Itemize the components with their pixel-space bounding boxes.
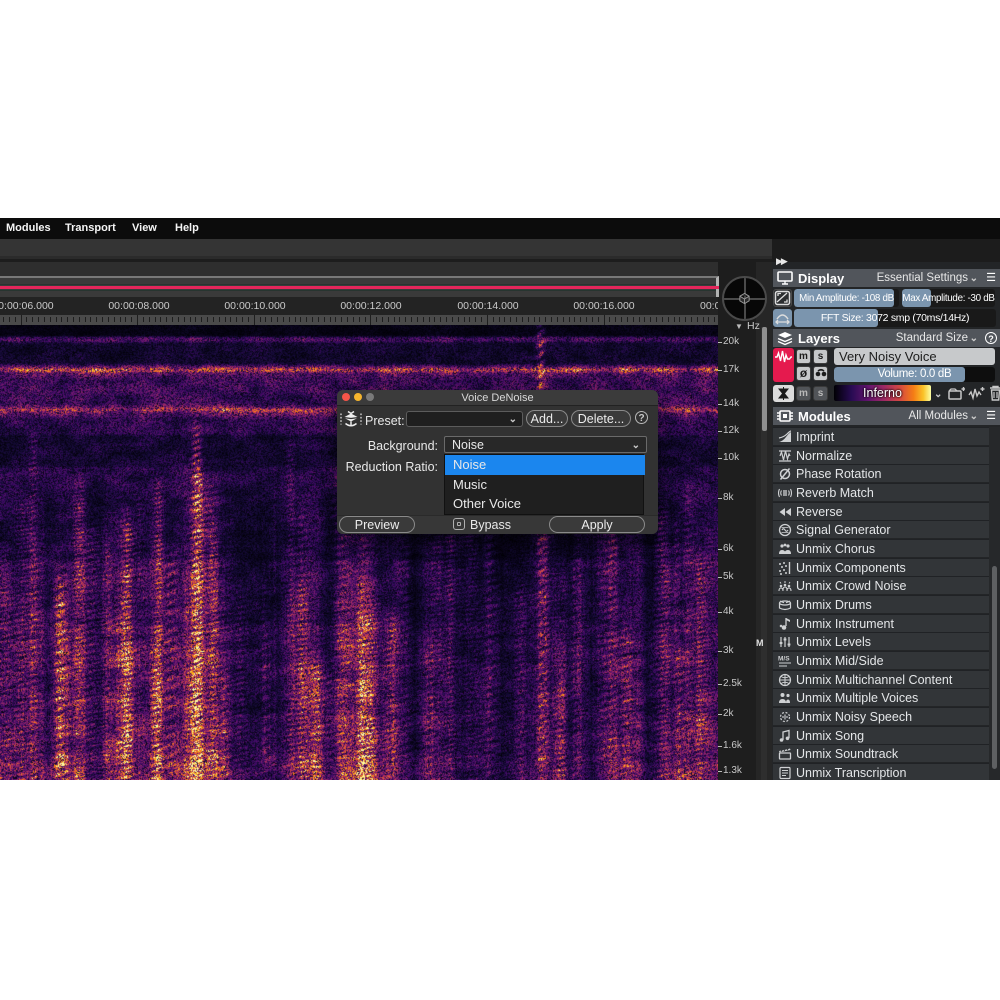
svg-text:M/S: M/S (778, 655, 790, 662)
